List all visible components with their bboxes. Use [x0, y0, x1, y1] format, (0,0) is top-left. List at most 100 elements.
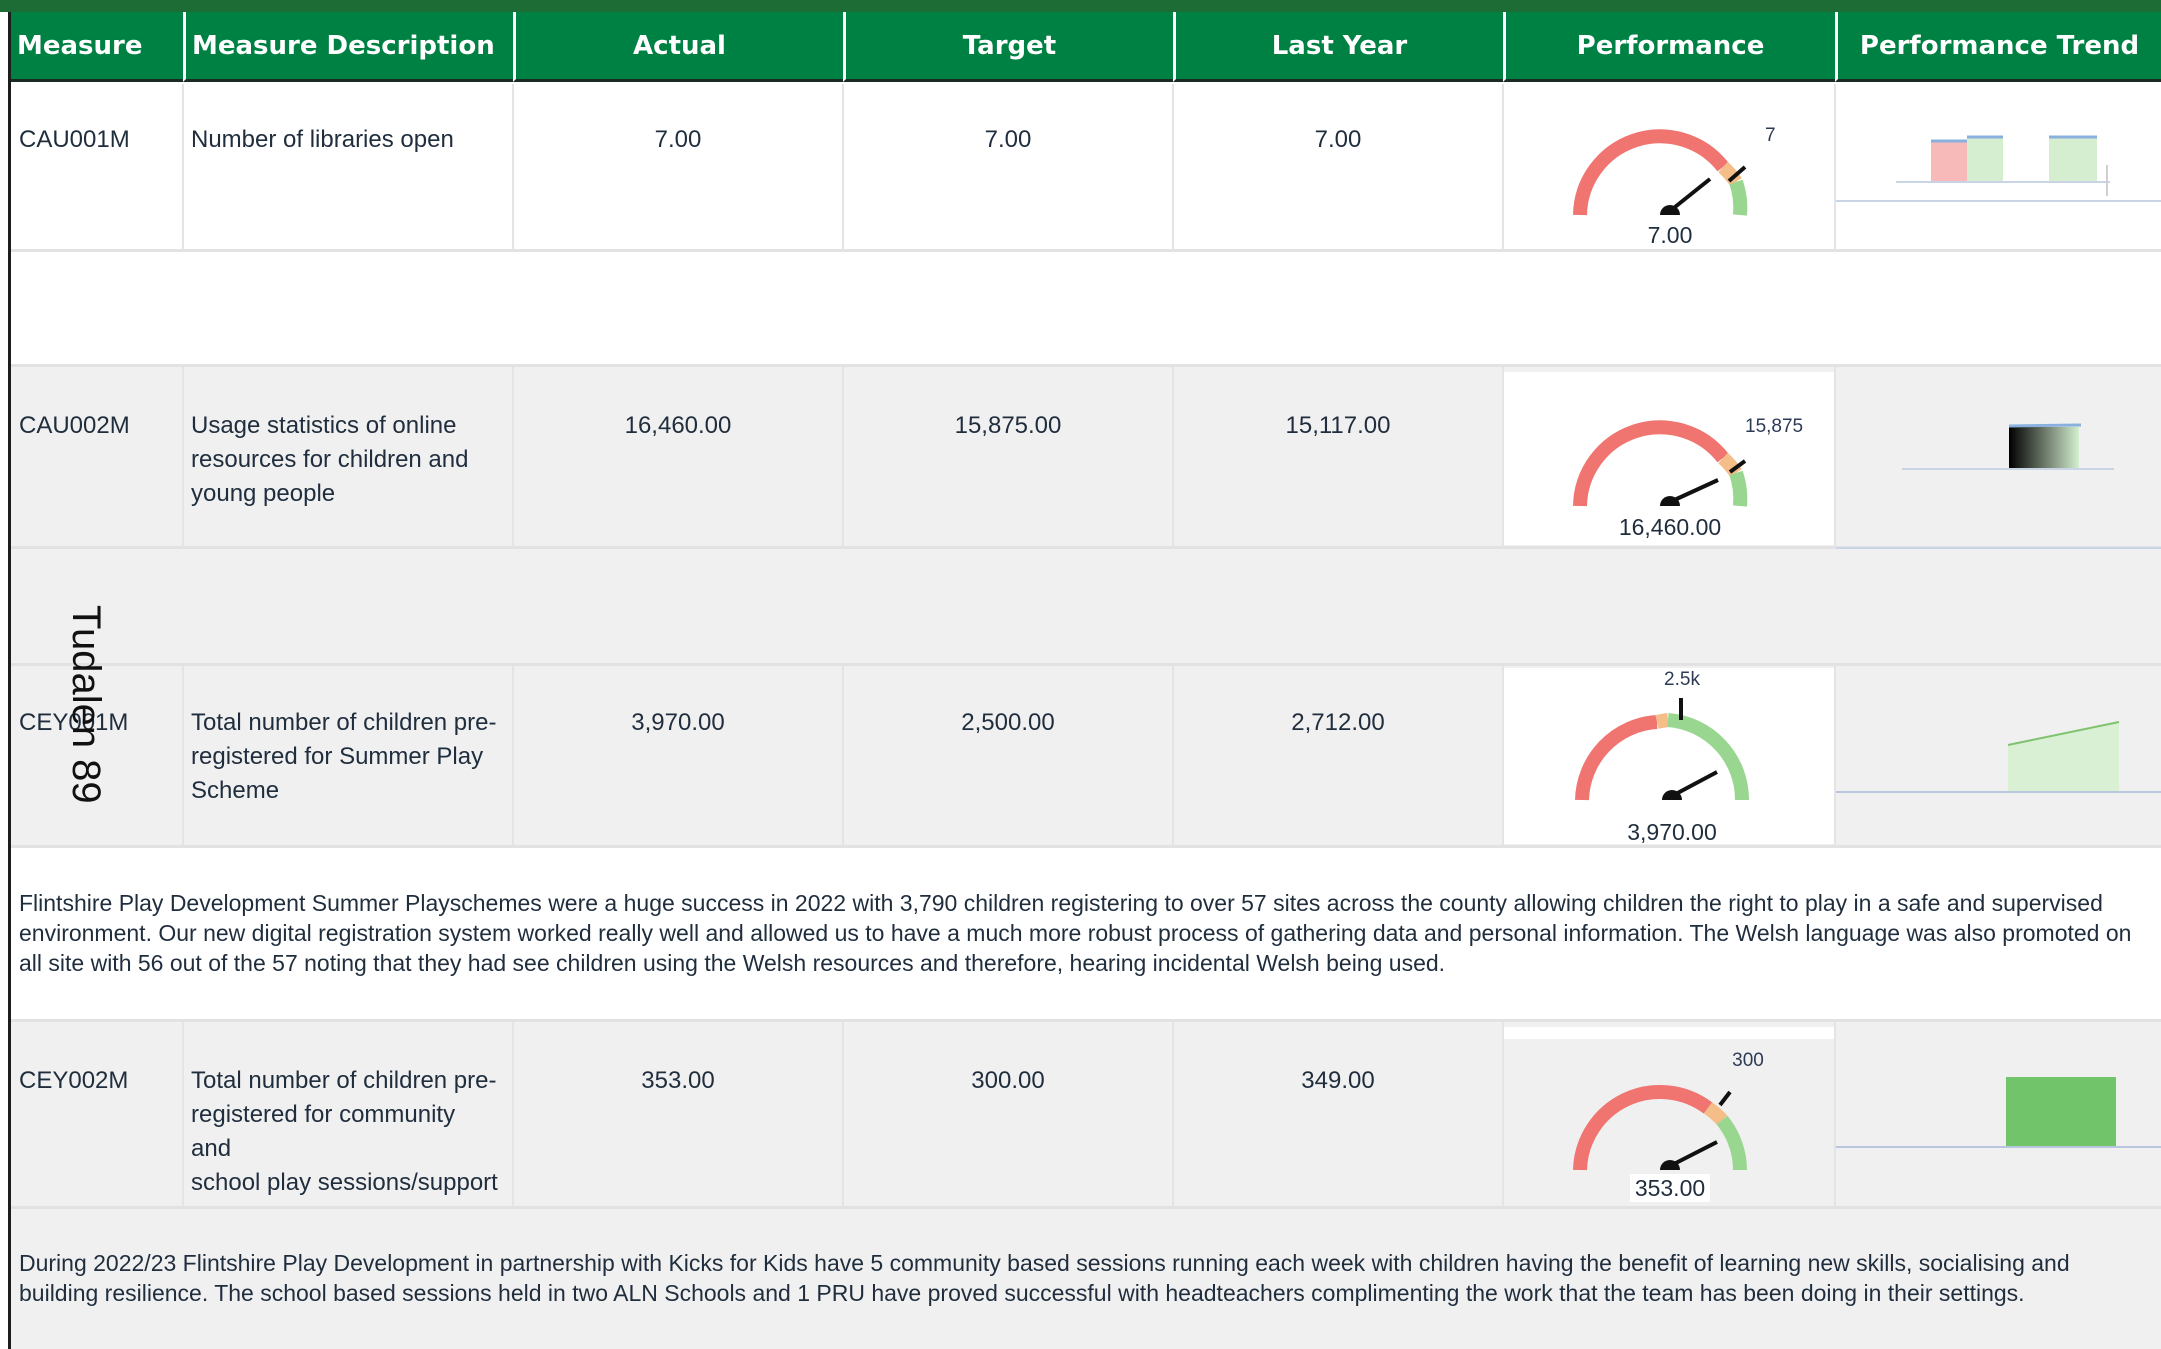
gauge-needle [1671, 770, 1718, 798]
header-performance-trend: Performance Trend [1835, 12, 2161, 82]
performance-trend-chart [1836, 135, 2161, 202]
left-border [8, 12, 11, 1349]
gauge-red-arc [1573, 129, 1729, 216]
header-actual: Actual [513, 12, 843, 82]
measure-description: Usage statistics of online resources for… [191, 409, 501, 511]
trend-bar [1931, 142, 1967, 182]
header-measure: Measure [11, 12, 183, 82]
header-performance: Performance [1503, 12, 1835, 82]
measure-description: Total number of children pre- registered… [191, 1064, 501, 1200]
top-border [0, 0, 2161, 12]
gauge-amber-arc [1703, 1102, 1728, 1125]
header-last-year: Last Year [1173, 12, 1503, 82]
measure-code: CEY002M [19, 1067, 129, 1094]
gauge-value-label: 353.00 [1635, 1175, 1705, 1201]
performance-gauge: 300 353.00 [1573, 1050, 1764, 1202]
performance-gauge: 7 7.00 [1573, 125, 1776, 248]
actual-value: 353.00 [641, 1067, 715, 1094]
description-line: resources for children and [191, 446, 469, 473]
gauge-needle [1669, 1140, 1718, 1168]
col-divider [842, 666, 844, 846]
header-target: Target [843, 12, 1173, 82]
gauge-amber-arc [1655, 713, 1669, 729]
target-value: 15,875.00 [954, 412, 1062, 439]
row-spacer-2 [11, 549, 2161, 664]
performance-gauge: 2.5k 3,970.00 [1575, 669, 1750, 845]
description-line: school play sessions/support [191, 1169, 498, 1196]
col-divider [842, 1022, 844, 1207]
target-value: 7.00 [984, 126, 1032, 153]
performance-gauge: 15,875 16,460.00 [1573, 416, 1803, 542]
actual-value: 3,970.00 [631, 709, 725, 736]
last-year-value: 15,117.00 [1285, 412, 1391, 439]
trend-bar [1967, 138, 2003, 182]
gauge-cell-bg-4 [1504, 1027, 1834, 1039]
gauge-green-arc [1667, 713, 1750, 801]
separator [11, 1206, 2161, 1209]
col-divider [512, 666, 514, 846]
last-year-value: 2,712.00 [1291, 709, 1385, 736]
target-value: 2,500.00 [961, 709, 1055, 736]
gauge-target-marker [1718, 1090, 1732, 1107]
separator [11, 1019, 2161, 1022]
col-divider [182, 1022, 184, 1207]
comment-text: During 2022/23 Flintshire Play Developme… [19, 1250, 2070, 1306]
description-line: Scheme [191, 777, 280, 804]
measure-description: Number of libraries open [191, 123, 501, 157]
trend-bar [2006, 1077, 2116, 1147]
col-divider [1502, 367, 1504, 547]
last-year-value: 7.00 [1314, 126, 1362, 153]
separator [11, 663, 2161, 666]
measure-code: CAU002M [19, 412, 130, 439]
trend-target-line [2008, 423, 2082, 428]
gauge-value-label: 7.00 [1648, 222, 1693, 248]
target-value: 300.00 [971, 1067, 1045, 1094]
col-divider [842, 84, 844, 250]
col-divider [842, 367, 844, 547]
actual-value: 7.00 [654, 126, 702, 153]
gauge-red-arc [1573, 420, 1729, 507]
separator [11, 364, 2161, 367]
gauge-value-label: 16,460.00 [1619, 514, 1721, 540]
col-divider [512, 84, 514, 250]
description-line: Number of libraries open [191, 126, 454, 153]
description-line: registered for community and [191, 1101, 456, 1162]
col-divider [1172, 666, 1174, 846]
measure-description: Total number of children pre- registered… [191, 706, 501, 808]
measure-code: CAU001M [19, 126, 130, 153]
gauge-needle [1668, 177, 1712, 213]
gauge-red-arc [1575, 715, 1658, 801]
comment-text: Flintshire Play Development Summer Plays… [19, 890, 2132, 976]
description-line: registered for Summer Play [191, 743, 484, 770]
description-line: Total number of children pre- [191, 1067, 497, 1094]
gauge-needle [1669, 478, 1719, 504]
last-year-value: 349.00 [1301, 1067, 1375, 1094]
trend-bar [2049, 138, 2097, 182]
gauge-target-label: 2.5k [1664, 669, 1700, 690]
col-divider [512, 1022, 514, 1207]
trend-bar [2009, 427, 2079, 469]
page-side-label: Tudalen 89 [64, 605, 108, 804]
description-line: Usage statistics of online [191, 412, 457, 439]
gauge-target-label: 15,875 [1745, 416, 1803, 437]
col-divider [182, 666, 184, 846]
performance-trend-chart [1836, 721, 2161, 793]
gauge-value-label: 3,970.00 [1627, 819, 1717, 845]
col-divider [182, 84, 184, 250]
gauge-target-label: 300 [1732, 1050, 1764, 1071]
col-divider [1502, 84, 1504, 250]
gauge-green-arc [1729, 470, 1748, 507]
gauge-target-label: 7 [1765, 125, 1776, 146]
description-line: Total number of children pre- [191, 709, 497, 736]
performance-trend-chart [1836, 1077, 2161, 1148]
header-description: Measure Description [183, 12, 513, 82]
col-divider [1502, 666, 1504, 846]
gauge-green-arc [1716, 1115, 1747, 1171]
separator [11, 249, 2161, 252]
col-divider [182, 367, 184, 547]
performance-trend-chart [1836, 423, 2161, 549]
separator [11, 845, 2161, 848]
col-divider [1172, 367, 1174, 547]
col-divider [1502, 1022, 1504, 1207]
col-divider [1172, 1022, 1174, 1207]
